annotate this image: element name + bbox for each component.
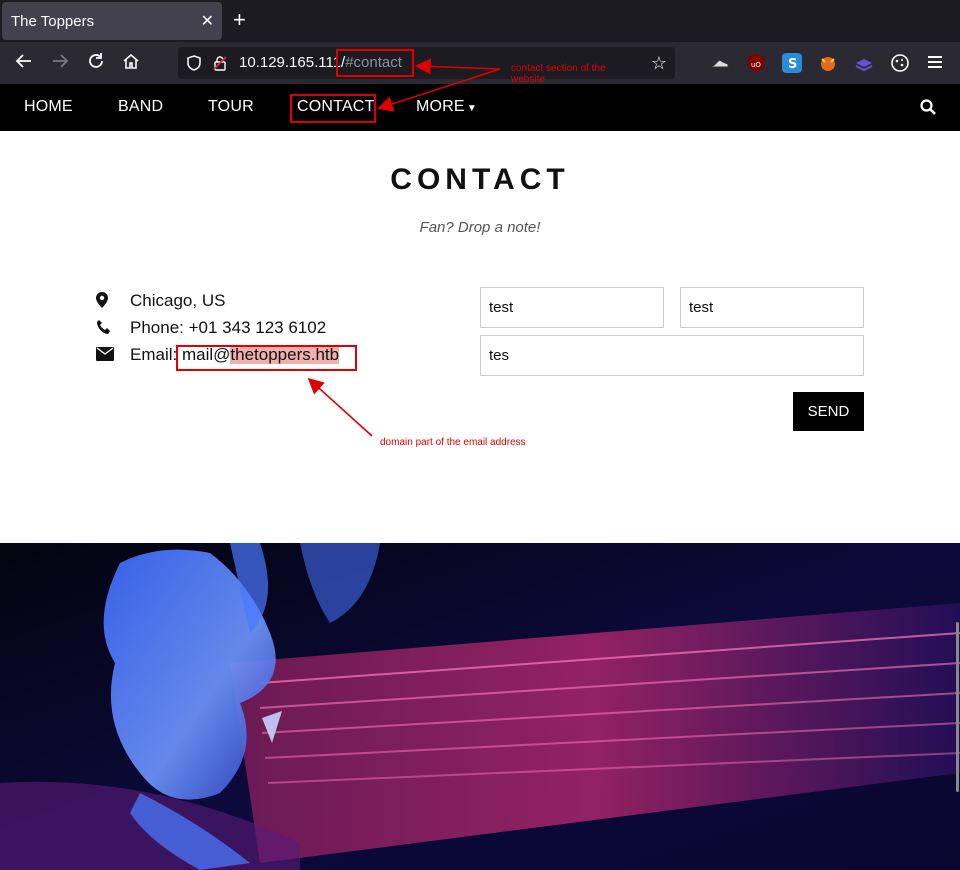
annotation-arrows — [307, 58, 501, 437]
annotation-domain-note: domain part of the email address — [380, 437, 526, 448]
annotation-contact-note: contact section of the website — [511, 63, 606, 85]
